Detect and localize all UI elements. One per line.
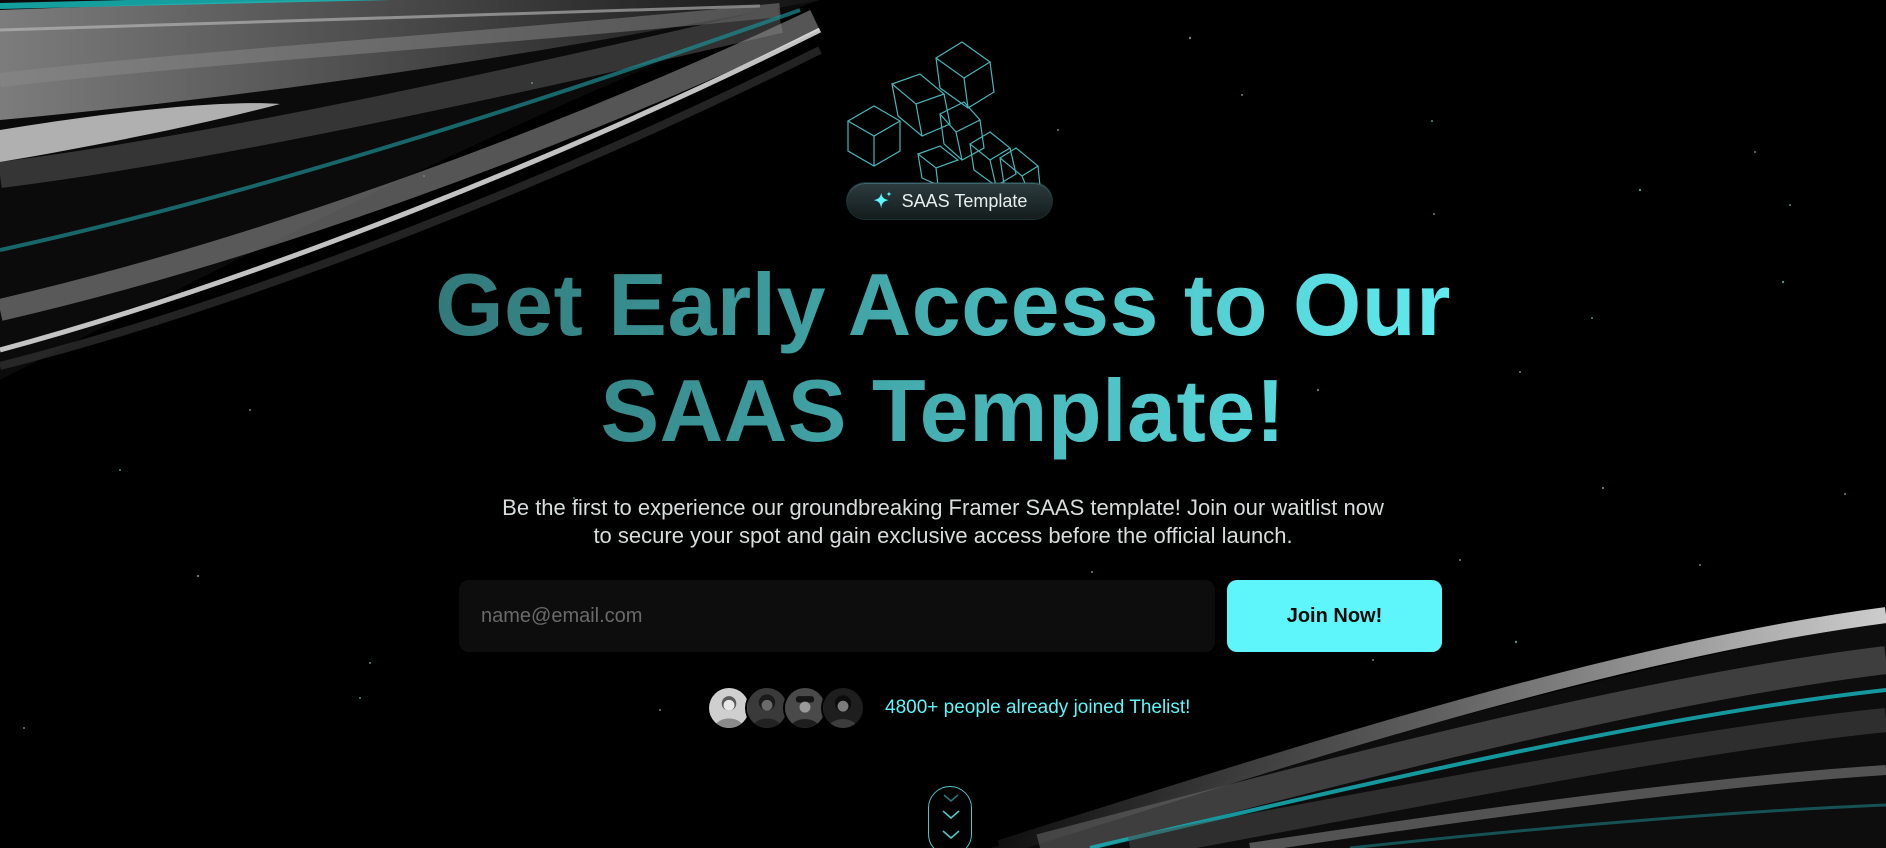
headline-line-2: SAAS Template!: [600, 361, 1286, 460]
landing-page: SAAS Template Get Early Access to Our SA…: [0, 0, 1886, 848]
wireframe-cubes-illustration: [846, 41, 1041, 186]
waitlist-form: Join Now!: [459, 580, 1442, 652]
subtitle-line-2: to secure your spot and gain exclusive a…: [593, 523, 1293, 548]
avatar: [821, 686, 865, 730]
join-now-button[interactable]: Join Now!: [1227, 580, 1442, 652]
headline-line-1: Get Early Access to Our: [435, 255, 1451, 354]
email-input[interactable]: [459, 580, 1215, 652]
joined-count-text: 4800+ people already joined Thelist!: [885, 697, 1191, 718]
chevron-double-down-icon: [942, 794, 960, 840]
social-proof: 4800+ people already joined Thelist!: [707, 685, 1190, 731]
badge-label: SAAS Template: [901, 190, 1028, 211]
avatar-stack: [707, 686, 865, 730]
sparkle-icon: [872, 190, 894, 212]
hero-subtitle: Be the first to experience our groundbre…: [443, 494, 1443, 550]
page-title: Get Early Access to Our SAAS Template!: [343, 252, 1543, 464]
subtitle-line-1: Be the first to experience our groundbre…: [502, 495, 1384, 520]
saas-template-badge: SAAS Template: [847, 183, 1052, 219]
scroll-down-button[interactable]: [928, 786, 972, 848]
